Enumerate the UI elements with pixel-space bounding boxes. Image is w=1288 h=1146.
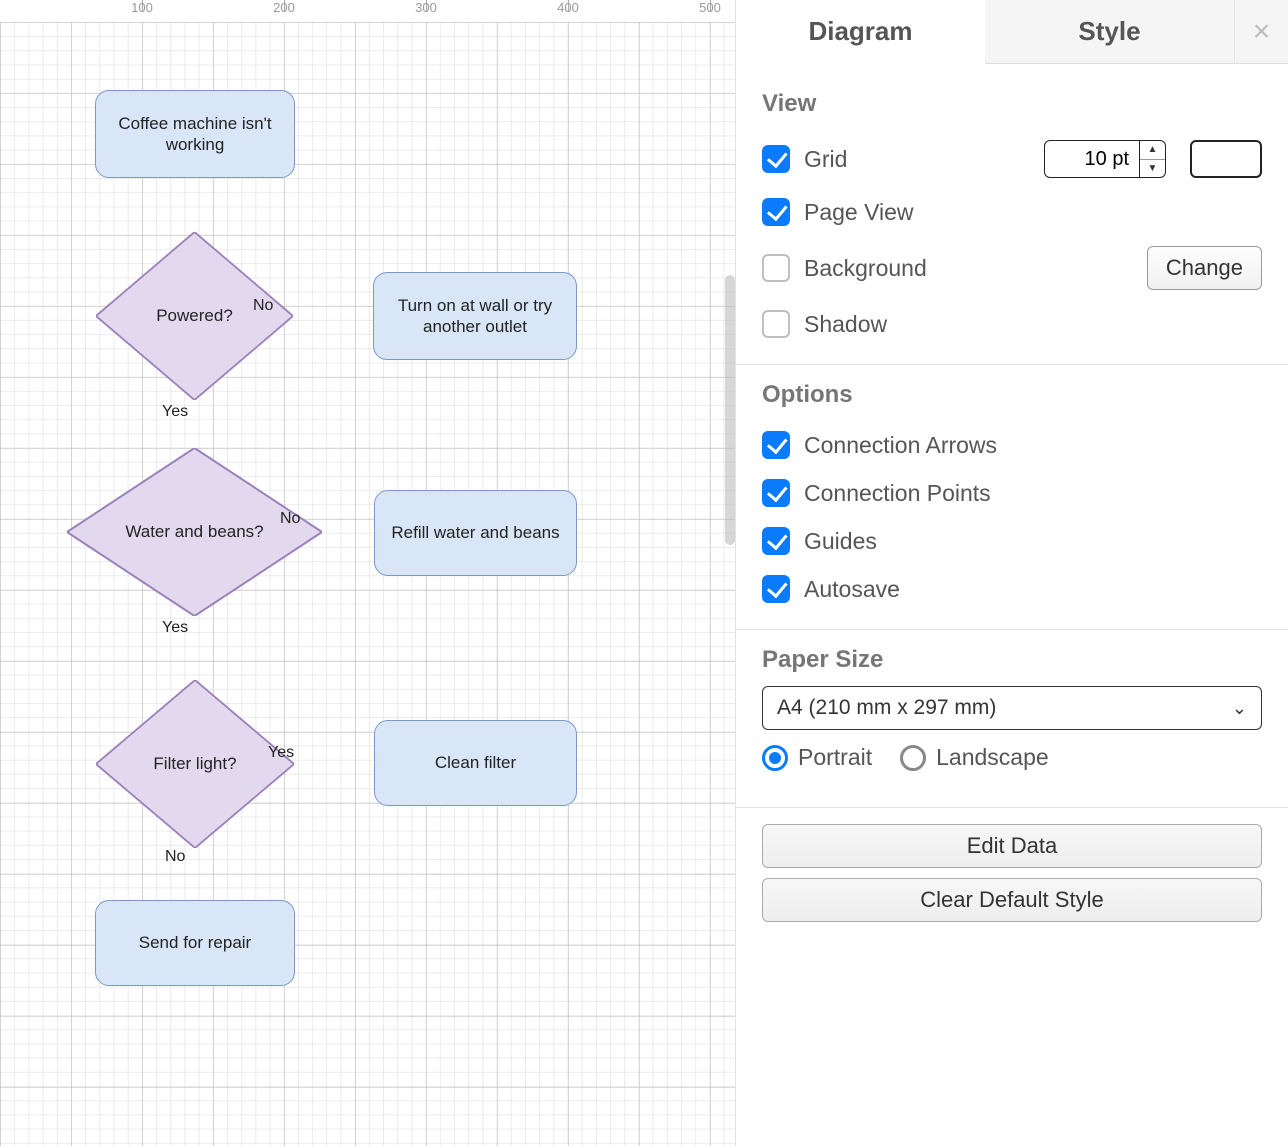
flow-decision-node[interactable]: Powered? [96,232,293,400]
flow-edge-label[interactable]: No [165,848,185,866]
flow-process-node[interactable]: Coffee machine isn't working [95,90,295,178]
close-panel-icon[interactable]: × [1234,0,1288,64]
connection-points-checkbox[interactable] [762,479,790,507]
canvas-area[interactable]: Coffee machine isn't working Powered? Turn… [0,0,735,1146]
flow-node-label: Filter light? [96,680,294,848]
connection-points-label: Connection Points [804,480,1262,507]
flow-process-node[interactable]: Send for repair [95,900,295,986]
shadow-label: Shadow [804,311,1262,338]
ruler-tick: 400 [557,0,579,15]
shadow-checkbox[interactable] [762,310,790,338]
paper-size-value: A4 (210 mm x 297 mm) [777,696,996,720]
grid-label: Grid [804,146,1030,173]
page-view-label: Page View [804,199,1262,226]
canvas-scrollbar-thumb[interactable] [725,275,735,545]
chevron-down-icon: ⌄ [1232,698,1247,719]
view-section-title: View [762,90,1262,118]
grid-size-input[interactable] [1044,140,1140,178]
orientation-landscape-label: Landscape [936,744,1049,771]
grid-size-stepper[interactable]: ▲▼ [1140,140,1166,178]
guides-label: Guides [804,528,1262,555]
flow-edge-label[interactable]: Yes [162,619,188,637]
ruler-tick: 200 [273,0,295,15]
autosave-label: Autosave [804,576,1262,603]
flow-process-node[interactable]: Refill water and beans [374,490,577,576]
flow-edge-label[interactable]: Yes [268,744,294,762]
edit-data-button[interactable]: Edit Data [762,824,1262,868]
horizontal-ruler: 100 200 300 400 500 [0,0,735,22]
flow-process-node[interactable]: Clean filter [374,720,577,806]
flow-edge-label[interactable]: Yes [162,403,188,421]
orientation-landscape-radio[interactable] [900,745,926,771]
orientation-portrait-radio[interactable] [762,745,788,771]
flow-decision-node[interactable]: Water and beans? [67,448,322,616]
autosave-checkbox[interactable] [762,575,790,603]
flow-node-label: Water and beans? [67,448,322,616]
page-view-checkbox[interactable] [762,198,790,226]
ruler-tick: 500 [699,0,721,15]
flow-edge-label[interactable]: No [253,297,273,315]
guides-checkbox[interactable] [762,527,790,555]
format-panel: Diagram Style × View Grid ▲▼ Page View [735,0,1288,1146]
connection-arrows-checkbox[interactable] [762,431,790,459]
tab-diagram[interactable]: Diagram [736,0,985,64]
grid-color-swatch[interactable] [1190,140,1262,178]
flow-decision-node[interactable]: Filter light? [96,680,294,848]
background-checkbox[interactable] [762,254,790,282]
ruler-tick: 300 [415,0,437,15]
paper-size-select[interactable]: A4 (210 mm x 297 mm) ⌄ [762,686,1262,730]
paper-size-title: Paper Size [762,646,1262,674]
clear-default-style-button[interactable]: Clear Default Style [762,878,1262,922]
tab-style[interactable]: Style [985,0,1234,64]
orientation-portrait-label: Portrait [798,744,872,771]
grid-checkbox[interactable] [762,145,790,173]
options-section-title: Options [762,381,1262,409]
change-background-button[interactable]: Change [1147,246,1262,290]
panel-tabs: Diagram Style × [736,0,1288,64]
connection-arrows-label: Connection Arrows [804,432,1262,459]
flow-process-node[interactable]: Turn on at wall or try another outlet [373,272,577,360]
ruler-tick: 100 [131,0,153,15]
flow-edge-label[interactable]: No [280,510,300,528]
background-label: Background [804,255,1133,282]
flow-node-label: Powered? [96,232,293,400]
